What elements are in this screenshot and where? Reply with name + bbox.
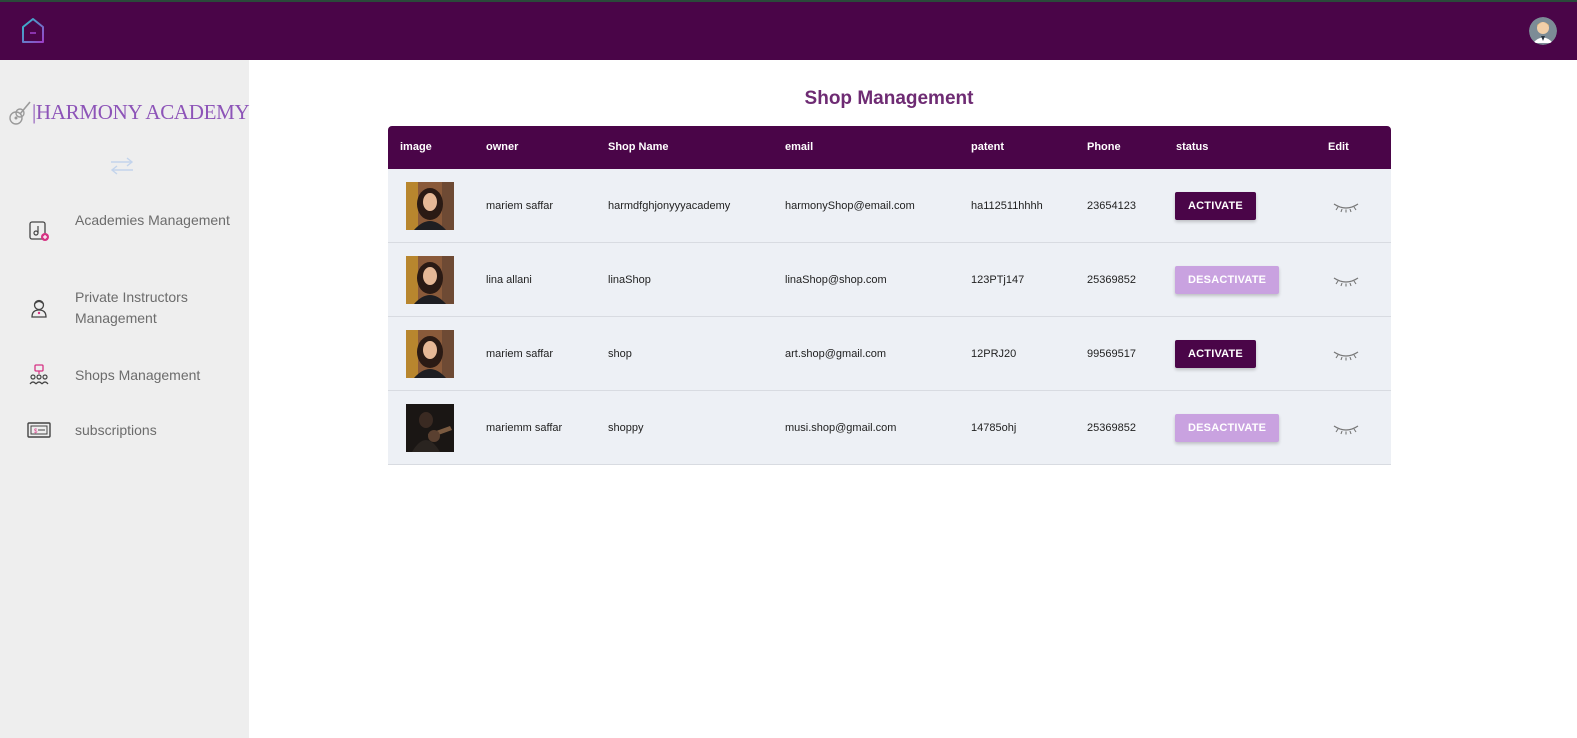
- top-bar: [0, 2, 1577, 60]
- eye-closed-icon[interactable]: [1332, 421, 1360, 435]
- email-cell: harmonyShop@email.com: [785, 200, 915, 212]
- shop-owner-photo: [406, 256, 454, 304]
- music-add-icon: [27, 219, 51, 243]
- column-header: image: [400, 141, 432, 153]
- shop-owner-photo: [406, 330, 454, 378]
- main-content: Shop Management image owner Shop Name em…: [249, 60, 1577, 738]
- shop-owner-photo: [406, 182, 454, 230]
- owner-cell: lina allani: [486, 274, 532, 286]
- activate-button[interactable]: ACTIVATE: [1175, 340, 1256, 368]
- email-cell: art.shop@gmail.com: [785, 348, 887, 360]
- shop-name-cell: shoppy: [608, 422, 644, 434]
- activate-button[interactable]: ACTIVATE: [1175, 192, 1256, 220]
- owner-cell: mariemm saffar: [486, 422, 563, 434]
- eye-closed-icon[interactable]: [1332, 273, 1360, 287]
- owner-cell: mariem saffar: [486, 348, 554, 360]
- home-icon[interactable]: [18, 16, 48, 46]
- patent-cell: ha112511hhhh: [971, 200, 1043, 212]
- owner-cell: mariem saffar: [486, 200, 554, 212]
- brand-logo[interactable]: |HARMONY ACADEMY: [8, 96, 250, 128]
- table-row: lina allani linaShop linaShop@shop.com 1…: [388, 243, 1391, 317]
- brand-name: |HARMONY ACADEMY: [32, 99, 250, 124]
- phone-cell: 23654123: [1087, 200, 1136, 212]
- column-header: Shop Name: [608, 141, 669, 153]
- shop-owner-photo: [406, 404, 454, 452]
- shop-name-cell: linaShop: [608, 274, 651, 286]
- phone-cell: 99569517: [1087, 348, 1136, 360]
- table-row: mariemm saffar shoppy musi.shop@gmail.co…: [388, 391, 1391, 465]
- ticket-icon: $: [27, 418, 51, 442]
- shop-name-cell: harmdfghjonyyyacademy: [608, 200, 731, 212]
- column-header: Phone: [1087, 141, 1121, 153]
- table-row: mariem saffar shop art.shop@gmail.com 12…: [388, 317, 1391, 391]
- sidebar-item-label: Private Instructors Management: [75, 289, 188, 326]
- desactivate-button[interactable]: DESACTIVATE: [1175, 266, 1280, 294]
- column-header: Edit: [1328, 141, 1349, 153]
- patent-cell: 123PTj147: [971, 274, 1025, 286]
- table-header: image owner Shop Name email patent Phone…: [388, 126, 1391, 169]
- page-title: Shop Management: [804, 88, 974, 109]
- sidebar: |HARMONY ACADEMY Academies Management Pr…: [0, 60, 250, 738]
- phone-cell: 25369852: [1087, 274, 1136, 286]
- email-cell: musi.shop@gmail.com: [785, 422, 897, 434]
- sidebar-item-instructors[interactable]: Private Instructors Management: [0, 287, 249, 329]
- shops-table: image owner Shop Name email patent Phone…: [388, 126, 1391, 465]
- column-header: owner: [486, 141, 519, 153]
- shops-icon: [27, 363, 51, 387]
- guitar-icon: [9, 101, 31, 125]
- sidebar-item-label: subscriptions: [75, 422, 157, 438]
- desactivate-button[interactable]: DESACTIVATE: [1175, 414, 1280, 442]
- sidebar-item-shops[interactable]: Shops Management: [0, 363, 249, 387]
- column-header: status: [1176, 141, 1209, 153]
- swap-arrows-icon[interactable]: [108, 154, 136, 178]
- sidebar-item-label: Shops Management: [75, 367, 201, 383]
- user-avatar[interactable]: [1529, 17, 1557, 45]
- patent-cell: 12PRJ20: [971, 348, 1017, 360]
- patent-cell: 14785ohj: [971, 422, 1017, 434]
- sidebar-item-subscriptions[interactable]: $ subscriptions: [0, 418, 249, 442]
- instructor-icon: [27, 296, 51, 320]
- eye-closed-icon[interactable]: [1332, 347, 1360, 361]
- sidebar-item-academies[interactable]: Academies Management: [0, 210, 249, 252]
- shop-name-cell: shop: [608, 348, 632, 360]
- eye-closed-icon[interactable]: [1332, 199, 1360, 213]
- email-cell: linaShop@shop.com: [785, 274, 887, 286]
- column-header: email: [785, 141, 814, 153]
- table-row: mariem saffar harmdfghjonyyyacademy harm…: [388, 169, 1391, 243]
- column-header: patent: [971, 141, 1004, 153]
- phone-cell: 25369852: [1087, 422, 1136, 434]
- sidebar-item-label: Academies Management: [75, 212, 230, 228]
